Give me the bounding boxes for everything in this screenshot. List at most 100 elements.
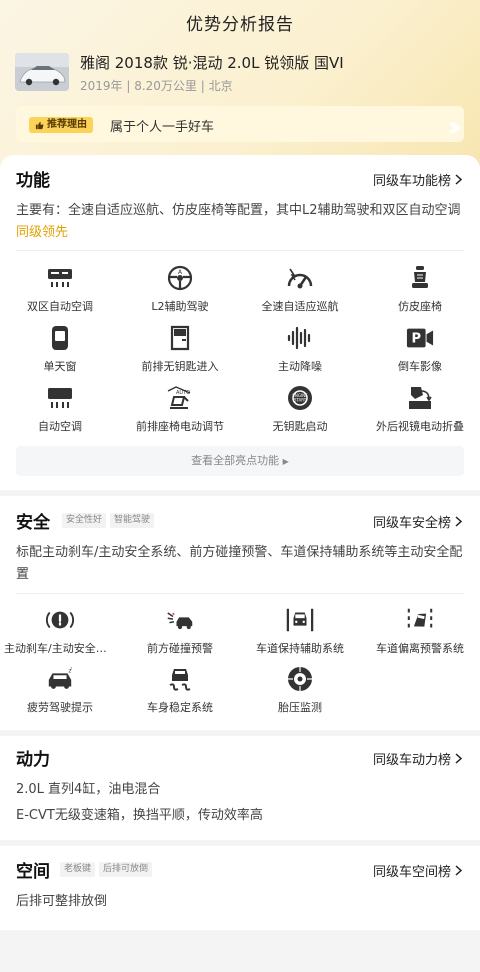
feature-item[interactable]: 车道保持辅助系统	[240, 606, 360, 656]
keyless-start-icon: ENGINE START	[286, 384, 314, 412]
feature-label: 车道偏离预警系统	[376, 642, 464, 655]
feature-label: 主动刹车/主动安全系统	[4, 642, 118, 655]
car-meta: 2019年 | 8.20万公里 | 北京	[80, 79, 233, 93]
safety-feature-grid: 主动刹车/主动安全系统 前方碰撞预警 车道保持辅助系统 车道偏离预警系统 z z 疲劳驾驶提…	[0, 606, 480, 722]
chevron-right-icon	[455, 753, 462, 764]
function-desc-text: 主要有：全速自适应巡航、仿皮座椅等配置，其中L2辅助驾驶和双区自动空调	[16, 203, 461, 218]
svg-text:A: A	[178, 269, 183, 276]
feature-label: 前排座椅电动调节	[136, 420, 224, 433]
feature-item[interactable]: 车道偏离预警系统	[360, 606, 480, 656]
view-all-features-label: 查看全部亮点功能	[191, 454, 280, 467]
chevron-right-icon	[455, 516, 462, 527]
active-brake-icon	[46, 606, 74, 634]
safety-tags: 安全性好 智能驾驶	[58, 513, 155, 528]
feature-label: 疲劳驾驶提示	[27, 701, 93, 714]
feature-label: 无钥匙启动	[272, 420, 328, 433]
chevron-right-icon	[455, 865, 462, 876]
safety-rank-label: 同级车安全榜	[372, 516, 451, 531]
feature-label: 车道保持辅助系统	[256, 642, 344, 655]
feature-item[interactable]: 自动空调	[0, 384, 120, 434]
feature-label: 车身稳定系统	[147, 701, 213, 714]
triangle-right-icon: ▶	[282, 457, 289, 466]
feature-item[interactable]: ENGINE START 无钥匙启动	[240, 384, 360, 434]
space-card	[0, 846, 480, 930]
view-all-features-button[interactable]: 查看全部亮点功能 ▶	[16, 446, 464, 476]
parking-camera-icon: P	[406, 324, 434, 352]
seat-icon	[406, 264, 434, 292]
divider	[16, 593, 464, 594]
recommend-reason-tag: 推荐理由	[29, 117, 93, 133]
feature-item[interactable]: AUTO 前排座椅电动调节	[120, 384, 240, 434]
tire-pressure-icon	[286, 665, 314, 693]
feature-label: 倒车影像	[398, 360, 442, 373]
chevron-right-icon	[455, 174, 462, 185]
function-desc: 主要有：全速自适应巡航、仿皮座椅等配置，其中L2辅助驾驶和双区自动空调同级领先	[16, 200, 466, 244]
divider	[16, 250, 464, 251]
feature-item[interactable]: 单天窗	[0, 324, 120, 374]
feature-label: 前排无钥匙进入	[141, 360, 219, 373]
function-rank-link[interactable]: 同级车功能榜	[373, 170, 462, 189]
car-thumbnail	[15, 53, 69, 91]
space-tags: 老板键 后排可放倒	[56, 862, 153, 877]
feature-label: 自动空调	[38, 420, 82, 433]
thumbs-up-icon	[35, 121, 44, 130]
feature-item[interactable]: 车身稳定系统	[120, 665, 240, 715]
feature-label: 单天窗	[43, 360, 77, 373]
feature-item[interactable]: 前排无钥匙进入	[120, 324, 240, 374]
feature-item[interactable]: P 倒车影像	[360, 324, 480, 374]
feature-item[interactable]: z z 疲劳驾驶提示	[0, 665, 120, 715]
feature-item[interactable]: 外后视镜电动折叠	[360, 384, 480, 434]
feature-item[interactable]: A L2辅助驾驶	[120, 264, 240, 314]
recommend-reason-label: 推荐理由	[47, 119, 87, 130]
stability-control-icon	[166, 665, 194, 693]
collision-warning-icon	[166, 606, 194, 634]
car-name[interactable]: 雅阁 2018款 锐·混动 2.0L 锐领版 国VI	[80, 52, 344, 73]
feature-item[interactable]: 全速自适应巡航	[240, 264, 360, 314]
feature-label: 前方碰撞预警	[147, 642, 213, 655]
power-title: 动力	[16, 750, 50, 770]
svg-text:P: P	[411, 332, 421, 347]
chevrons-decoration-icon: ››	[446, 110, 462, 142]
svg-text:z: z	[70, 667, 72, 671]
feature-label: 胎压监测	[278, 701, 322, 714]
recommend-reason-text: 属于个人一手好车	[110, 120, 215, 135]
feature-label: 双区自动空调	[27, 300, 93, 313]
space-rank-link[interactable]: 同级车空间榜	[373, 861, 462, 880]
feature-item[interactable]: 主动刹车/主动安全系统	[0, 606, 120, 656]
function-rank-label: 同级车功能榜	[372, 174, 451, 189]
svg-text:START: START	[294, 398, 307, 403]
feature-item[interactable]: 前方碰撞预警	[120, 606, 240, 656]
sunroof-icon	[46, 324, 74, 352]
recommend-reason-banner: 推荐理由 属于个人一手好车 ››	[16, 106, 464, 142]
space-desc: 后排可整排放倒	[16, 894, 108, 909]
car-door-icon	[166, 324, 194, 352]
page-title: 优势分析报告	[186, 15, 294, 35]
svg-text:AUTO: AUTO	[176, 390, 190, 396]
power-rank-link[interactable]: 同级车动力榜	[373, 749, 462, 768]
mirror-fold-icon	[406, 384, 434, 412]
space-tag: 老板键	[60, 862, 96, 877]
feature-item[interactable]: 双区自动空调	[0, 264, 120, 314]
power-line: 2.0L 直列4缸，油电混合	[16, 782, 161, 797]
feature-item[interactable]: 主动降噪	[240, 324, 360, 374]
feature-label: 全速自适应巡航	[261, 300, 339, 313]
space-rank-label: 同级车空间榜	[372, 865, 451, 880]
safety-tag: 安全性好	[62, 513, 107, 528]
lane-keep-icon	[286, 606, 314, 634]
safety-title: 安全	[16, 513, 50, 533]
speedometer-icon	[286, 264, 314, 292]
feature-item[interactable]: 胎压监测	[240, 665, 360, 715]
feature-label: 主动降噪	[278, 360, 322, 373]
feature-item[interactable]: 仿皮座椅	[360, 264, 480, 314]
steering-wheel-icon: A	[166, 264, 194, 292]
safety-desc: 标配主动刹车/主动安全系统、前方碰撞预警、车道保持辅助系统等主动安全配置	[16, 545, 463, 582]
safety-rank-link[interactable]: 同级车安全榜	[373, 512, 462, 531]
feature-label: 外后视镜电动折叠	[376, 420, 464, 433]
dual-zone-ac-icon	[46, 264, 74, 292]
feature-label: L2辅助驾驶	[151, 300, 209, 313]
function-feature-grid: 双区自动空调 A L2辅助驾驶 全速自适应巡航 仿皮座椅单天窗 前排无钥匙进入 主动降噪 P 倒…	[0, 264, 480, 444]
safety-tag: 智能驾驶	[110, 513, 155, 528]
feature-label: 仿皮座椅	[398, 300, 442, 313]
function-title: 功能	[16, 171, 50, 191]
space-tag: 后排可放倒	[99, 862, 153, 877]
